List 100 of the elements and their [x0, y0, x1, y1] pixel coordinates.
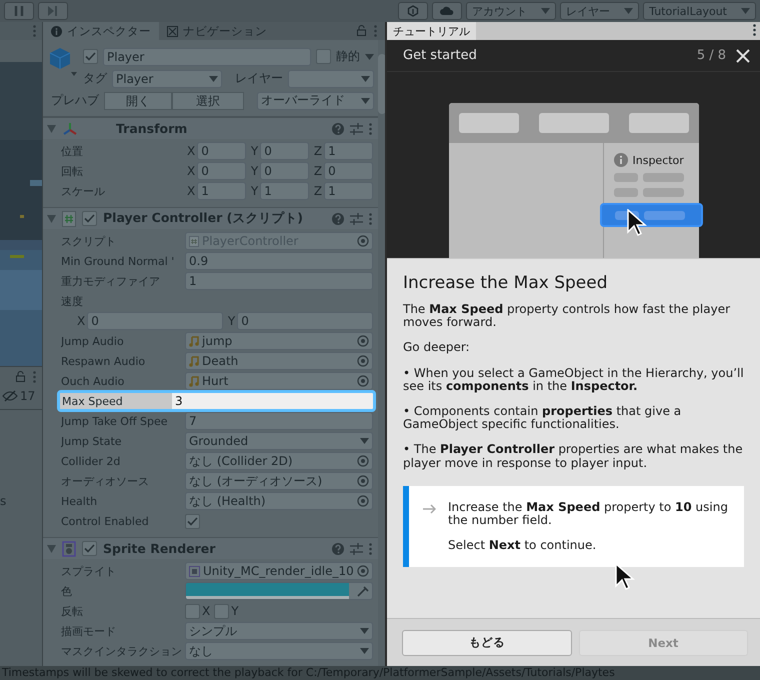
cube-icon[interactable] [49, 47, 77, 77]
cloud-button[interactable] [432, 2, 462, 20]
object-field[interactable]: Hurt [185, 372, 373, 390]
panel-tab[interactable]: チュートリアル [387, 22, 476, 40]
checkbox[interactable] [82, 541, 97, 556]
property-label: マスクインタラクション [61, 644, 183, 658]
toolbar-dropdown[interactable]: TutorialLayout [643, 2, 756, 20]
checkbox[interactable] [185, 604, 200, 618]
target-icon[interactable] [356, 355, 369, 367]
scrollbar[interactable] [378, 40, 386, 666]
hidden-eye-icon[interactable] [2, 390, 18, 402]
dropdown[interactable]: なし [185, 642, 373, 660]
target-icon[interactable] [356, 335, 369, 347]
number-field[interactable]: 1 [185, 272, 373, 290]
dropdown[interactable]: Grounded [185, 432, 373, 450]
foldout-triangle-icon[interactable] [47, 544, 56, 552]
number-field[interactable]: 0 [237, 312, 373, 330]
progress-text: 5 / 8 [696, 48, 726, 63]
object-field[interactable]: jump [185, 332, 373, 350]
target-icon[interactable] [356, 495, 369, 507]
number-field[interactable]: 0 [197, 162, 246, 180]
component-header[interactable]: Player Controller (スクリプト) [43, 207, 378, 229]
toggle-label: Y [230, 604, 240, 618]
number-field[interactable]: 1 [197, 182, 246, 200]
layer-dropdown[interactable] [288, 70, 374, 88]
number-field[interactable]: 0.9 [185, 252, 373, 270]
cursor-icon [626, 209, 646, 237]
help-icon[interactable] [332, 212, 344, 224]
foldout-triangle-icon[interactable] [47, 124, 56, 132]
axis-label: X [186, 144, 196, 158]
collab-button[interactable] [398, 2, 428, 20]
foldout-triangle-icon[interactable] [47, 214, 56, 222]
number-field[interactable]: 3 [172, 393, 373, 409]
target-icon[interactable] [356, 375, 369, 387]
checkbox[interactable] [83, 49, 98, 64]
panel-tab[interactable]: インスペクター [43, 22, 159, 40]
component-header[interactable]: Sprite Renderer [43, 537, 378, 559]
number-field[interactable]: 1 [324, 142, 373, 160]
toolbar-dropdown[interactable]: アカウント [466, 2, 556, 20]
navigation-icon [167, 26, 178, 36]
target-icon[interactable] [356, 475, 369, 487]
paragraph: • Components contain properties that give a GameObject specific functionalities. [403, 404, 682, 432]
checkbox[interactable] [185, 514, 200, 528]
music-note-icon [189, 376, 199, 386]
info-icon [614, 153, 628, 167]
property-label: Collider 2d [61, 454, 122, 468]
checkbox[interactable] [316, 49, 331, 64]
color-field[interactable] [185, 582, 373, 600]
help-icon[interactable] [332, 542, 344, 554]
sliders-icon[interactable] [350, 122, 363, 134]
prefab-button[interactable]: 選択 [172, 92, 244, 110]
close-icon[interactable] [736, 48, 750, 62]
component-header[interactable]: Transform [43, 117, 378, 139]
lock-icon[interactable] [16, 371, 25, 382]
axes-icon [62, 122, 78, 136]
component-title: Player Controller (スクリプト) [103, 210, 304, 227]
number-field[interactable]: 7 [185, 412, 373, 430]
pause-button[interactable] [4, 2, 34, 20]
script-icon [62, 210, 76, 226]
name-field[interactable]: Player [103, 48, 311, 66]
placeholder-bar [458, 113, 518, 133]
help-icon[interactable] [332, 122, 344, 134]
caret-icon [209, 76, 218, 82]
music-note-icon [189, 336, 199, 346]
object-field[interactable]: なし (Health) [185, 492, 373, 510]
sliders-icon[interactable] [350, 212, 363, 224]
number-field[interactable]: 0 [260, 162, 309, 180]
property-label: 速度 [61, 294, 84, 308]
number-field[interactable]: 1 [260, 182, 309, 200]
toolbar-dropdown[interactable]: レイヤー [560, 2, 640, 20]
menu-icon[interactable] [753, 24, 756, 36]
number-field[interactable]: 0 [260, 142, 309, 160]
number-field[interactable]: 0 [197, 142, 246, 160]
step-icon [48, 6, 58, 16]
prefab-button[interactable]: 開く [104, 92, 172, 110]
caret-icon [360, 648, 369, 654]
target-icon[interactable] [356, 455, 369, 467]
property-label: Health [61, 494, 98, 508]
tag-label: タグ [83, 70, 107, 87]
target-icon[interactable] [356, 565, 369, 577]
number-field[interactable]: 1 [324, 182, 373, 200]
object-field[interactable]: Death [185, 352, 373, 370]
number-field[interactable]: 0 [324, 162, 373, 180]
object-field[interactable]: なし (Collider 2D) [185, 452, 373, 470]
instruction-text: Increase the Max Speed property to 10 using the number field. [448, 500, 729, 528]
property-label: Respawn Audio [61, 354, 146, 368]
number-field[interactable]: 0 [87, 312, 223, 330]
axis-label: Z [312, 184, 324, 198]
nav-button[interactable]: もどる [402, 630, 572, 656]
object-field[interactable]: Unity_MC_render_idle_10 [185, 562, 373, 580]
tag-dropdown[interactable]: Player [112, 70, 222, 88]
checkbox[interactable] [82, 211, 97, 226]
overrides-dropdown[interactable]: オーバーライド [257, 92, 374, 110]
sliders-icon[interactable] [350, 542, 363, 554]
step-button[interactable] [38, 2, 68, 20]
lock-icon[interactable] [357, 25, 366, 36]
checkbox[interactable] [214, 604, 230, 618]
object-field[interactable]: なし (オーディオソース) [185, 472, 373, 490]
toggle-label: X [201, 604, 212, 618]
dropdown[interactable]: シンプル [185, 622, 373, 640]
